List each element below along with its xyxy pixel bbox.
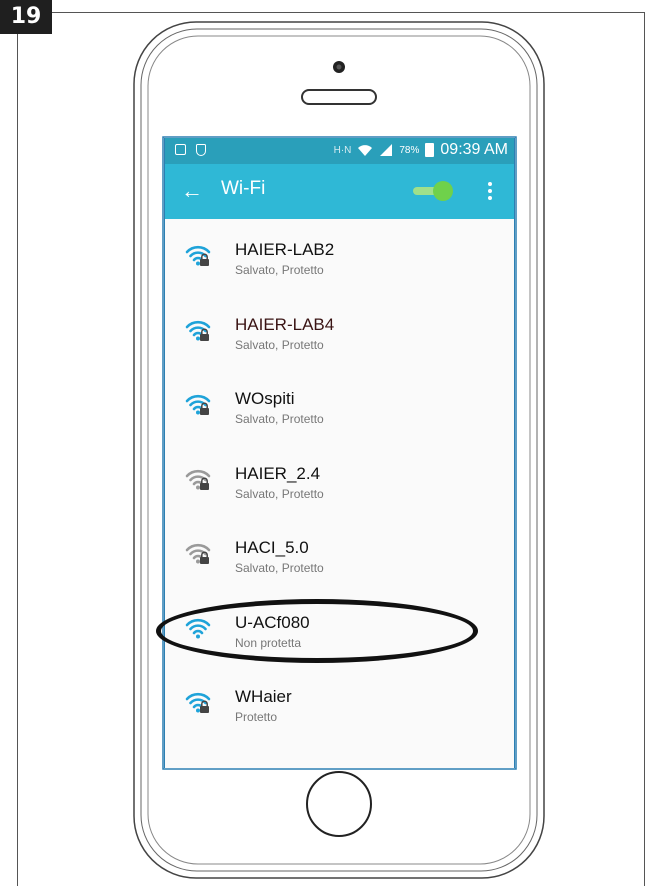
network-status: Non protetta	[235, 635, 302, 650]
more-options-icon[interactable]	[485, 180, 495, 204]
wifi-toggle[interactable]	[413, 181, 453, 201]
wifi-status-icon	[358, 145, 373, 156]
network-ssid: WHaier	[235, 687, 292, 706]
network-status: Salvato, Protetto	[235, 486, 324, 501]
network-item[interactable]: HAIER_2.4 Salvato, Protetto	[165, 443, 514, 518]
network-item[interactable]: HAIER-LAB4 Salvato, Protetto	[165, 294, 514, 369]
wifi-lock-icon	[185, 394, 211, 415]
wifi-lock-icon	[185, 469, 211, 490]
toggle-knob	[433, 181, 453, 201]
earpiece-speaker-icon	[301, 89, 377, 105]
network-item[interactable]: U-ACf080 Non protetta	[165, 592, 514, 667]
page-title: Wi-Fi	[221, 178, 266, 199]
network-item[interactable]: WHaier Protetto	[165, 666, 514, 741]
app-bar: ← Wi-Fi	[165, 164, 514, 219]
network-status: Salvato, Protetto	[235, 337, 324, 352]
battery-percent: 78%	[399, 144, 420, 156]
wifi-open-icon	[185, 618, 211, 638]
wifi-lock-icon	[185, 320, 211, 341]
image-notification-icon	[175, 144, 186, 155]
network-list: HAIER-LAB2 Salvato, Protetto HAIER-LAB4 …	[165, 219, 514, 741]
battery-icon	[425, 143, 435, 157]
wifi-lock-icon	[185, 245, 211, 266]
network-status: Salvato, Protetto	[235, 412, 324, 426]
status-bar: H·N 78% 09:39 AM	[165, 138, 514, 164]
network-status: Salvato, Protetto	[235, 561, 324, 575]
network-ssid: WOspiti	[235, 389, 295, 408]
network-status: Salvato, Protetto	[235, 263, 324, 277]
network-ssid: HAIER-LAB4	[235, 314, 335, 334]
instruction-figure: 19 H·N 78% 09:39 AM ← Wi-Fi HAIER-LAB2 S…	[0, 0, 662, 886]
network-ssid: HACI_5.0	[235, 538, 309, 557]
shield-notification-icon	[196, 144, 206, 156]
network-item[interactable]: HACI_5.0 Salvato, Protetto	[165, 517, 514, 592]
network-ssid: HAIER-LAB2	[235, 240, 335, 259]
network-item[interactable]: HAIER-LAB2 Salvato, Protetto	[165, 219, 514, 294]
home-button-icon	[306, 771, 372, 837]
wifi-lock-icon	[185, 543, 211, 564]
network-status: Protetto	[235, 710, 278, 724]
back-arrow-icon[interactable]: ←	[181, 176, 203, 206]
phone-screen: H·N 78% 09:39 AM ← Wi-Fi HAIER-LAB2 Salv…	[164, 138, 515, 768]
network-ssid: U-ACf080	[235, 612, 310, 632]
nfc-icon: H·N	[333, 144, 352, 156]
wifi-lock-icon	[185, 692, 211, 713]
clock: 09:39 AM	[440, 141, 508, 158]
network-ssid: HAIER_2.4	[235, 463, 321, 483]
signal-icon	[380, 144, 393, 156]
network-item[interactable]: WOspiti Salvato, Protetto	[165, 368, 514, 443]
